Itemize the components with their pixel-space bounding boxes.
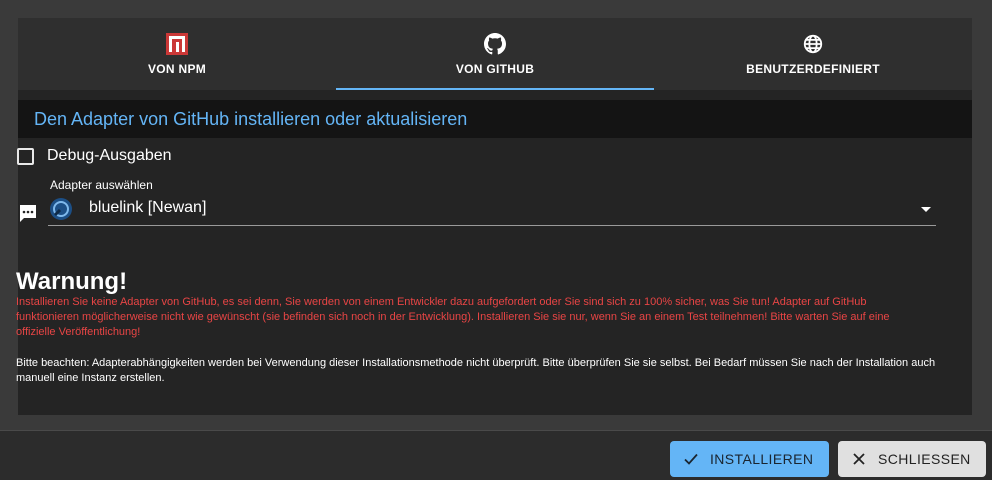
install-button[interactable]: INSTALLIEREN — [670, 441, 829, 477]
adapter-select-caption: Adapter auswählen — [50, 178, 153, 192]
tab-custom-label: BENUTZERDEFINIERT — [746, 62, 880, 76]
debug-checkbox[interactable] — [17, 147, 34, 165]
tab-github[interactable]: VON GITHUB — [336, 18, 654, 90]
npm-icon — [165, 32, 189, 56]
section-title: Den Adapter von GitHub installieren oder… — [34, 109, 468, 129]
dropdown-arrow-icon[interactable] — [921, 207, 931, 212]
source-tabs: VON NPM VON GITHUB BENUTZERDEFINIERT — [18, 18, 972, 90]
tab-github-label: VON GITHUB — [455, 62, 535, 76]
tab-npm-label: VON NPM — [147, 62, 207, 76]
adapter-select-value: bluelink [Newan] — [89, 199, 207, 216]
warning-title: Warnung! — [16, 268, 128, 295]
window-top-strip — [0, 0, 992, 18]
install-button-label: INSTALLIEREN — [710, 451, 814, 467]
dialog-actions: INSTALLIEREN SCHLIESSEN — [0, 430, 992, 480]
adapter-select[interactable]: Adapter auswählen bluelink [Newan] — [48, 176, 936, 226]
section-header: Den Adapter von GitHub installieren oder… — [18, 100, 972, 138]
bluelink-logo-icon — [49, 197, 73, 221]
note-text: Bitte beachten: Adapterabhängigkeiten we… — [16, 357, 936, 384]
github-icon — [483, 32, 507, 56]
debug-checkbox-label: Debug-Ausgaben — [47, 147, 172, 164]
tab-npm[interactable]: VON NPM — [18, 18, 336, 90]
warning-text: Installieren Sie keine Adapter von GitHu… — [16, 296, 890, 338]
active-tab-indicator — [336, 88, 654, 90]
debug-checkbox-row[interactable]: Debug-Ausgaben — [17, 146, 172, 166]
globe-icon — [801, 32, 825, 56]
tab-custom[interactable]: BENUTZERDEFINIERT — [654, 18, 972, 90]
close-button-label: SCHLIESSEN — [878, 451, 971, 467]
close-icon — [850, 450, 868, 468]
close-button[interactable]: SCHLIESSEN — [838, 441, 986, 477]
check-icon — [682, 450, 700, 468]
message-icon — [18, 203, 38, 223]
